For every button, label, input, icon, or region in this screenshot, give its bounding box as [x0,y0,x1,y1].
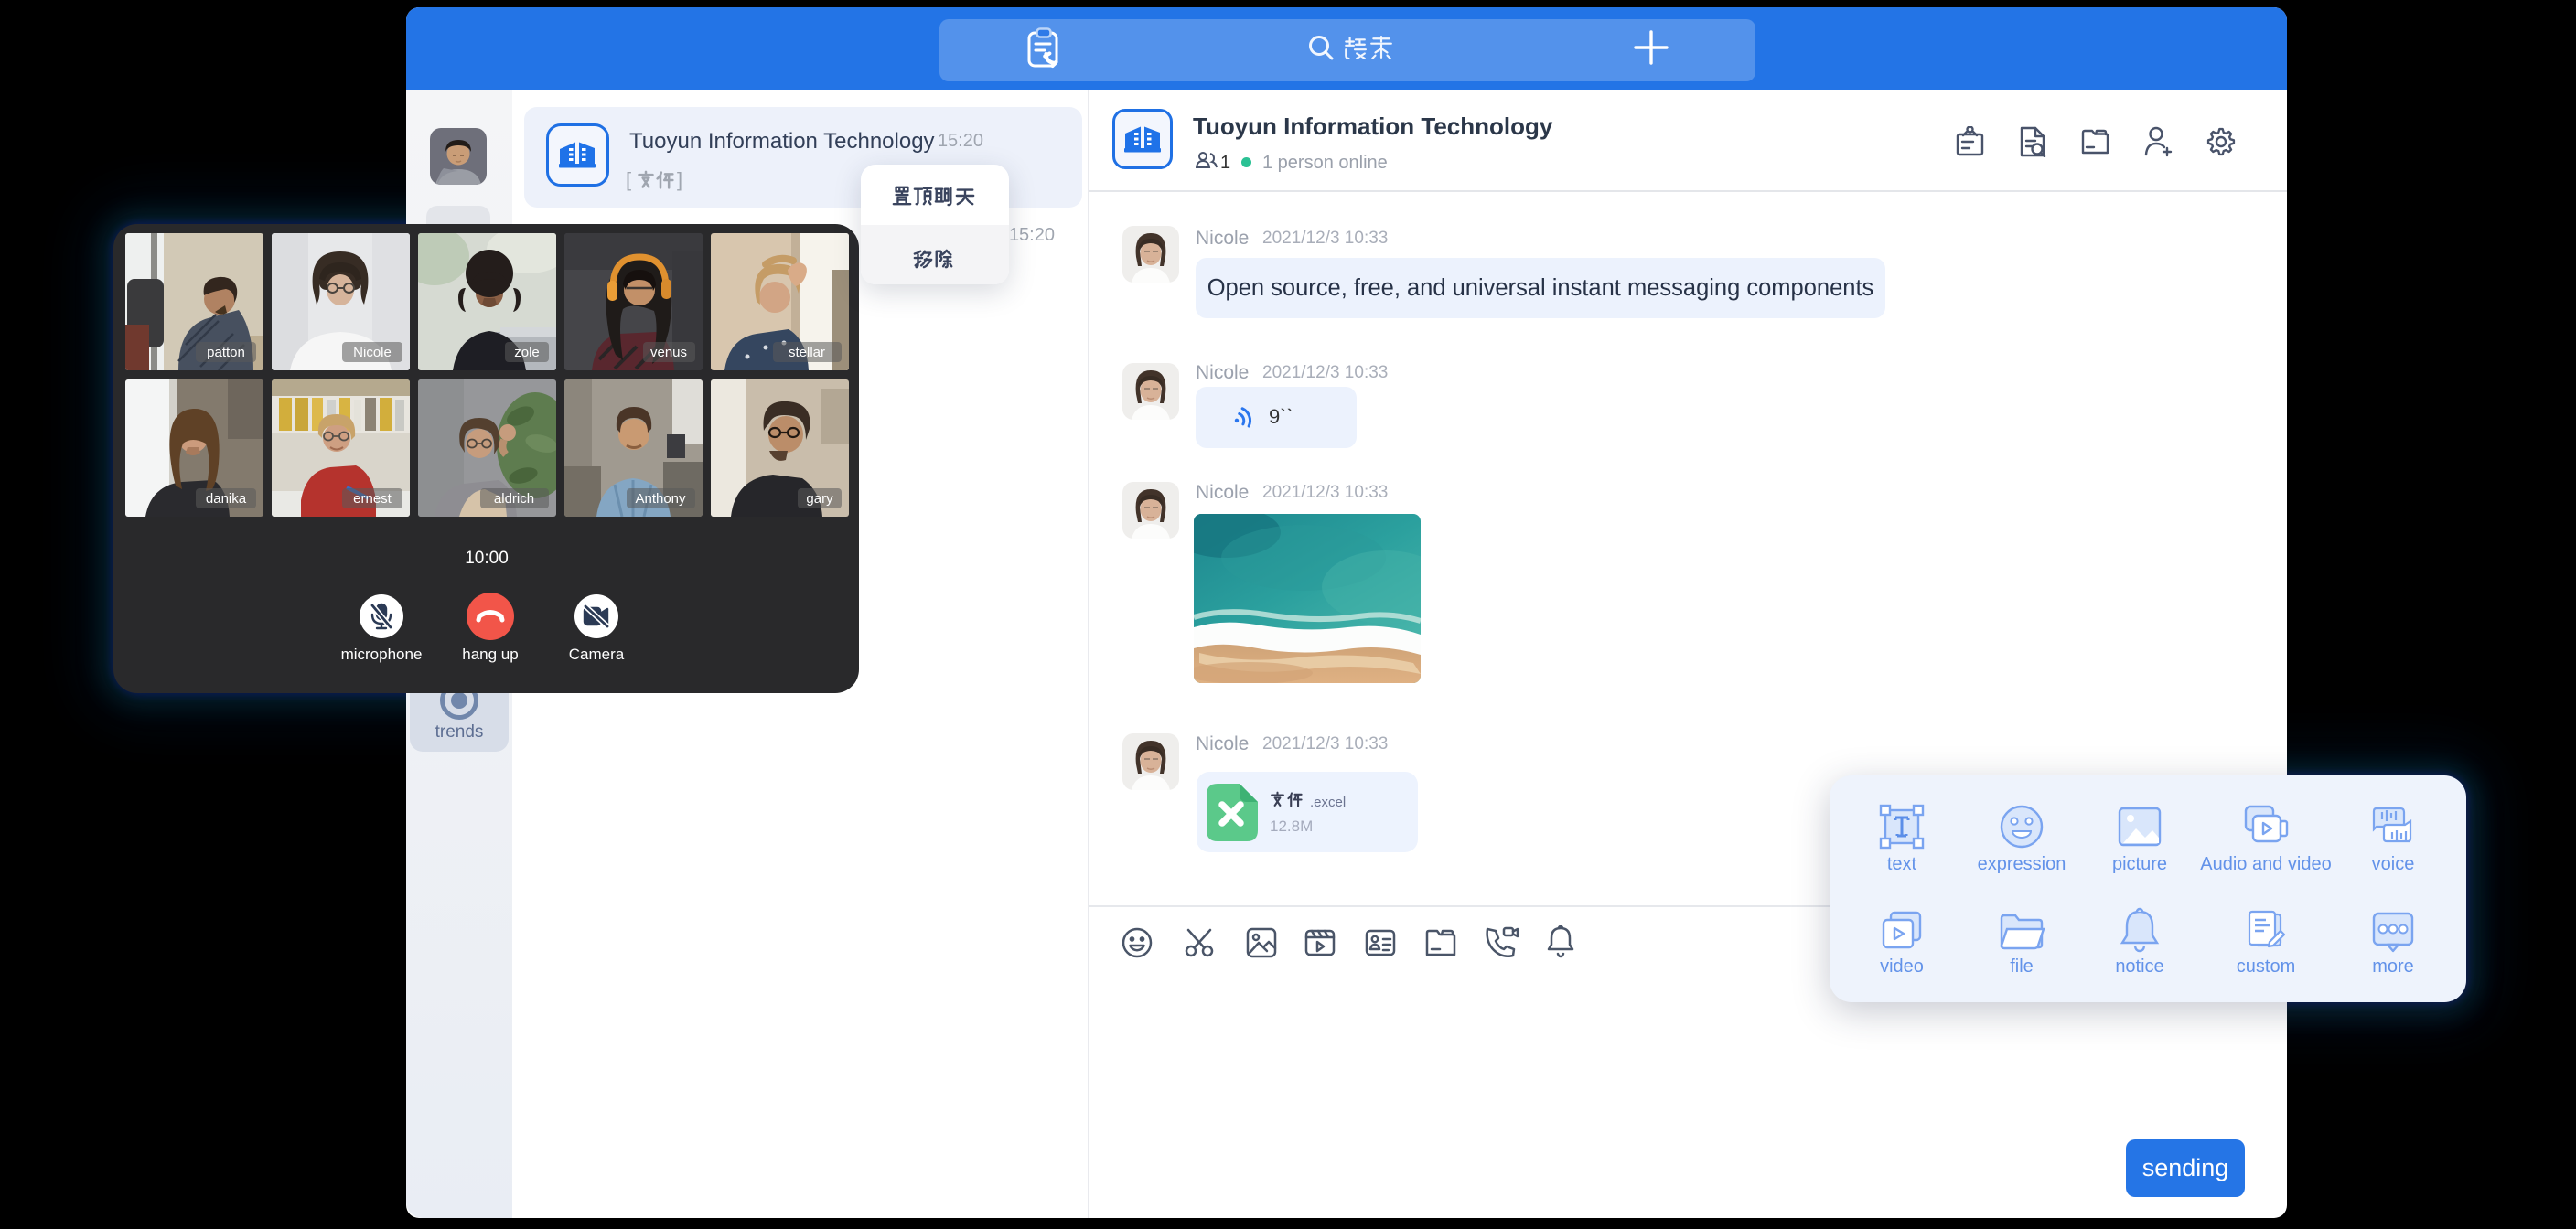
svg-text:zole: zole [514,345,540,360]
svg-text:venus: venus [650,345,687,360]
svg-text:gary: gary [806,491,833,507]
svg-text:danika: danika [206,491,247,507]
svg-text:ernest: ernest [353,491,392,507]
svg-text:Nicole: Nicole [353,345,392,360]
svg-text:aldrich: aldrich [494,491,534,507]
svg-text:Anthony: Anthony [635,491,686,507]
svg-text:stellar: stellar [789,345,825,360]
svg-text:patton: patton [207,345,245,360]
